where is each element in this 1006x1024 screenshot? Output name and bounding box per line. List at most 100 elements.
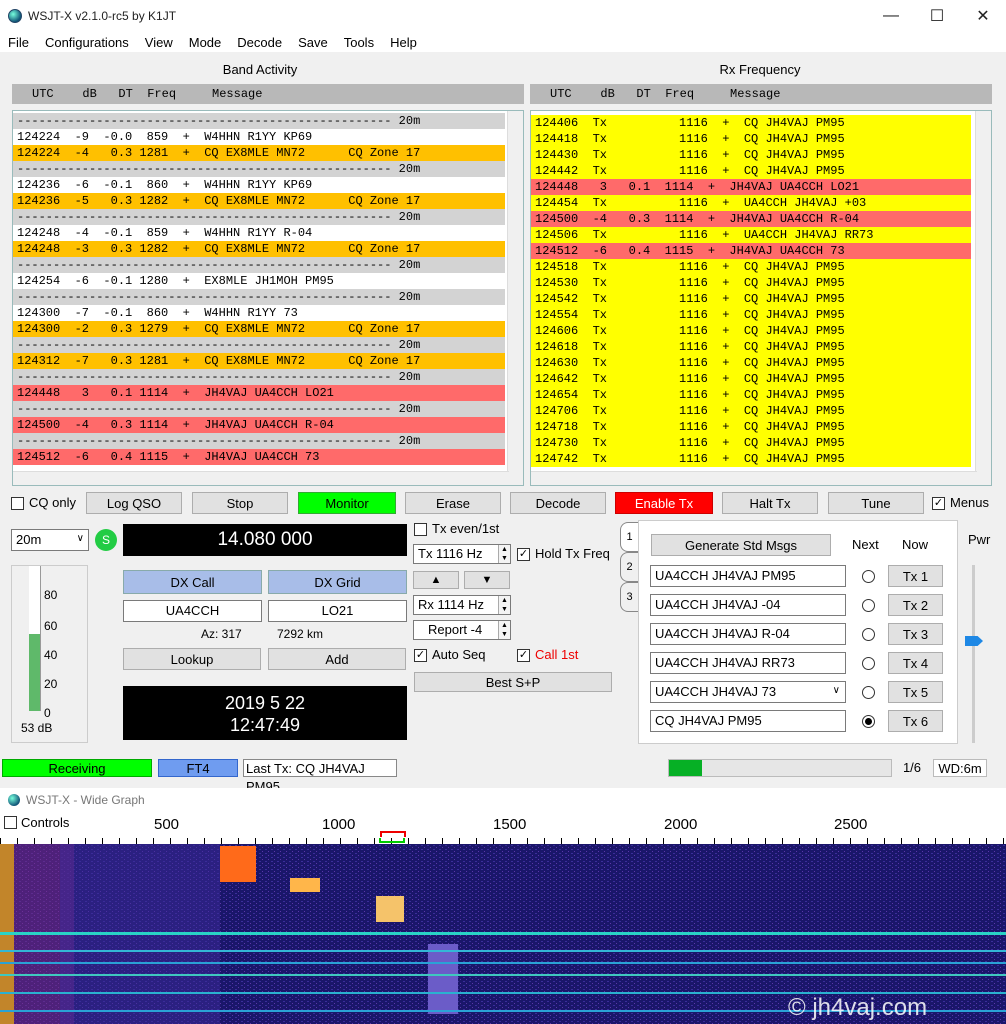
rx-decode-row[interactable]: 124554 Tx 1116 + CQ JH4VAJ PM95 [531,307,971,323]
tx6-button[interactable]: Tx 6 [888,710,943,732]
decode-row[interactable]: 124236 -5 0.3 1282 + CQ EX8MLE MN72 CQ Z… [13,193,505,209]
dx-call-input[interactable]: UA4CCH [123,600,262,622]
rx-decode-row[interactable]: 124506 Tx 1116 + UA4CCH JH4VAJ RR73 [531,227,971,243]
generate-std-msgs-button[interactable]: Generate Std Msgs [651,534,831,556]
tx-message-5-field[interactable]: UA4CCH JH4VAJ 73 ∨ [650,681,846,703]
enable-tx-button[interactable]: Enable Tx [615,492,713,514]
menus-checkbox[interactable]: ✓ [932,497,945,510]
tab-2[interactable]: 2 [620,552,638,582]
next-radio-2[interactable] [862,599,875,612]
decode-row[interactable]: 124300 -2 0.3 1279 + CQ EX8MLE MN72 CQ Z… [13,321,505,337]
rx-decode-row[interactable]: 124730 Tx 1116 + CQ JH4VAJ PM95 [531,435,971,451]
decode-row[interactable]: 124224 -9 -0.0 859 + W4HHN R1YY KP69 [13,129,505,145]
hold-tx-freq-checkbox[interactable]: ✓ [517,548,530,561]
menu-save[interactable]: Save [290,35,336,50]
best-sp-button[interactable]: Best S+P [414,672,612,692]
lookup-button[interactable]: Lookup [123,648,261,670]
erase-button[interactable]: Erase [405,492,501,514]
rx-decode-row[interactable]: 124606 Tx 1116 + CQ JH4VAJ PM95 [531,323,971,339]
rx-decode-row[interactable]: 124454 Tx 1116 + UA4CCH JH4VAJ +03 [531,195,971,211]
freq-down-button[interactable]: ▼ [464,571,510,589]
close-button[interactable]: ✕ [960,0,1006,32]
separator-row[interactable]: ----------------------------------------… [13,209,505,225]
rx-decode-row[interactable]: 124406 Tx 1116 + CQ JH4VAJ PM95 [531,115,971,131]
tx-message-2-field[interactable]: UA4CCH JH4VAJ -04 [650,594,846,616]
band-select[interactable]: 20m ∨ [11,529,89,551]
tx-message-4-field[interactable]: UA4CCH JH4VAJ RR73 [650,652,846,674]
menu-view[interactable]: View [137,35,181,50]
separator-row[interactable]: ----------------------------------------… [13,161,505,177]
tx4-button[interactable]: Tx 4 [888,652,943,674]
stop-button[interactable]: Stop [192,492,288,514]
rx-frequency-pane[interactable]: 124406 Tx 1116 + CQ JH4VAJ PM95 124418 Tx… [530,110,992,486]
tab-1[interactable]: 1 [620,522,638,552]
decode-row[interactable]: 124512 -6 0.4 1115 + JH4VAJ UA4CCH 73 [13,449,505,465]
decode-row[interactable]: 124224 -4 0.3 1281 + CQ EX8MLE MN72 CQ Z… [13,145,505,161]
controls-checkbox[interactable] [4,816,17,829]
separator-row[interactable]: ----------------------------------------… [13,433,505,449]
tx5-button[interactable]: Tx 5 [888,681,943,703]
decode-button[interactable]: Decode [510,492,606,514]
rx-decode-row[interactable]: 124530 Tx 1116 + CQ JH4VAJ PM95 [531,275,971,291]
band-activity-pane[interactable]: ----------------------------------------… [12,110,524,486]
spin-arrows-icon[interactable]: ▲ ▼ [498,596,510,614]
spin-arrows-icon[interactable]: ▲ ▼ [498,621,510,639]
freq-up-button[interactable]: ▲ [413,571,459,589]
call-1st-checkbox[interactable]: ✓ [517,649,530,662]
rx-decode-row[interactable]: 124500 -4 0.3 1114 + JH4VAJ UA4CCH R-04 [531,211,971,227]
decode-row[interactable]: 124248 -4 -0.1 859 + W4HHN R1YY R-04 [13,225,505,241]
rx-decode-row[interactable]: 124442 Tx 1116 + CQ JH4VAJ PM95 [531,163,971,179]
rx-decode-row[interactable]: 124706 Tx 1116 + CQ JH4VAJ PM95 [531,403,971,419]
decode-row[interactable]: 124254 -6 -0.1 1280 + EX8MLE JH1MOH PM95 [13,273,505,289]
separator-row[interactable]: ----------------------------------------… [13,257,505,273]
rx-decode-row[interactable]: 124742 Tx 1116 + CQ JH4VAJ PM95 [531,451,971,467]
next-radio-3[interactable] [862,628,875,641]
band-activity-scrollbar[interactable] [507,111,523,485]
halt-tx-button[interactable]: Halt Tx [722,492,818,514]
rx-decode-row[interactable]: 124642 Tx 1116 + CQ JH4VAJ PM95 [531,371,971,387]
s-meter-badge[interactable]: S [95,529,117,551]
decode-row[interactable]: 124500 -4 0.3 1114 + JH4VAJ UA4CCH R-04 [13,417,505,433]
rx-decode-row[interactable]: 124718 Tx 1116 + CQ JH4VAJ PM95 [531,419,971,435]
separator-row[interactable]: ----------------------------------------… [13,113,505,129]
log-qso-button[interactable]: Log QSO [86,492,182,514]
menu-mode[interactable]: Mode [181,35,230,50]
tx2-button[interactable]: Tx 2 [888,594,943,616]
menu-tools[interactable]: Tools [336,35,382,50]
separator-row[interactable]: ----------------------------------------… [13,289,505,305]
monitor-button[interactable]: Monitor [298,492,396,514]
decode-row[interactable]: 124236 -6 -0.1 860 + W4HHN R1YY KP69 [13,177,505,193]
waterfall-display[interactable]: © jh4vaj.com [0,844,1006,1024]
tx-freq-spinbox[interactable]: Tx 1116 Hz ▲ ▼ [413,544,511,564]
next-radio-5[interactable] [862,686,875,699]
decode-row[interactable]: 124300 -7 -0.1 860 + W4HHN R1YY 73 [13,305,505,321]
tune-button[interactable]: Tune [828,492,924,514]
dx-grid-input[interactable]: LO21 [268,600,407,622]
report-spinbox[interactable]: Report -4 ▲ ▼ [413,620,511,640]
auto-seq-checkbox[interactable]: ✓ [414,649,427,662]
spin-arrows-icon[interactable]: ▲ ▼ [498,545,510,563]
separator-row[interactable]: ----------------------------------------… [13,401,505,417]
rx-decode-row[interactable]: 124418 Tx 1116 + CQ JH4VAJ PM95 [531,131,971,147]
frequency-ruler[interactable]: Controls 500 1000 1500 2000 2500 [0,812,1006,844]
menu-file[interactable]: File [0,35,37,50]
minimize-button[interactable]: — [868,0,914,32]
add-button[interactable]: Add [268,648,406,670]
separator-row[interactable]: ----------------------------------------… [13,337,505,353]
tab-3[interactable]: 3 [620,582,638,612]
rx-decode-row[interactable]: 124448 3 0.1 1114 + JH4VAJ UA4CCH LO21 [531,179,971,195]
pwr-slider-handle[interactable] [965,636,983,646]
separator-row[interactable]: ----------------------------------------… [13,369,505,385]
rx-freq-spinbox[interactable]: Rx 1114 Hz ▲ ▼ [413,595,511,615]
tx-message-1-field[interactable]: UA4CCH JH4VAJ PM95 [650,565,846,587]
rx-decode-row[interactable]: 124630 Tx 1116 + CQ JH4VAJ PM95 [531,355,971,371]
tx3-button[interactable]: Tx 3 [888,623,943,645]
rx-frequency-scrollbar[interactable] [975,111,991,485]
rx-decode-row[interactable]: 124512 -6 0.4 1115 + JH4VAJ UA4CCH 73 [531,243,971,259]
decode-row[interactable]: 124248 -3 0.3 1282 + CQ EX8MLE MN72 CQ Z… [13,241,505,257]
maximize-button[interactable]: ☐ [914,0,960,32]
menu-configurations[interactable]: Configurations [37,35,137,50]
next-radio-6[interactable] [862,715,875,728]
next-radio-4[interactable] [862,657,875,670]
rx-decode-row[interactable]: 124654 Tx 1116 + CQ JH4VAJ PM95 [531,387,971,403]
